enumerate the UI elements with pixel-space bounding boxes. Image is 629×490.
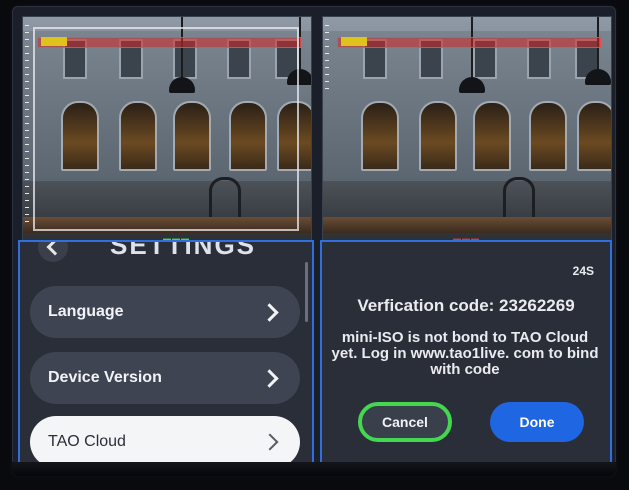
screen-bezel (12, 462, 616, 476)
verification-dialog: 24S Verfication code: 23262269 mini-ISO … (320, 240, 612, 468)
exposure-ruler (25, 25, 29, 225)
settings-item-device-version[interactable]: Device Version (30, 352, 300, 404)
cafe-scene-image (323, 17, 611, 245)
settings-panel: SETTINGS Language Device Version TAO Clo… (18, 240, 314, 474)
settings-header: SETTINGS (20, 240, 312, 268)
settings-item-label: Device Version (48, 369, 162, 386)
done-button[interactable]: Done (490, 402, 584, 442)
settings-item-tao-cloud[interactable]: TAO Cloud (30, 416, 300, 468)
settings-item-label: Language (48, 303, 124, 320)
settings-scrollbar[interactable] (305, 262, 308, 322)
bind-instructions: mini-ISO is not bond to TAO Cloud yet. L… (331, 329, 599, 378)
countdown-timer: 24S (572, 264, 594, 278)
settings-item-language[interactable]: Language (30, 286, 300, 338)
chevron-right-icon (261, 433, 279, 451)
camera-preview-secondary[interactable]: ▬▬▬ (322, 16, 612, 246)
verification-code: Verfication code: 23262269 (357, 296, 575, 315)
chevron-right-icon (260, 368, 279, 388)
frame-guide (33, 27, 299, 231)
osd-status-bar (337, 37, 601, 48)
exposure-ruler (325, 25, 329, 95)
chevron-right-icon (260, 302, 279, 322)
cancel-button[interactable]: Cancel (358, 402, 452, 442)
back-arrow-icon[interactable] (38, 242, 68, 262)
settings-item-label: TAO Cloud (48, 433, 126, 450)
settings-title: SETTINGS (110, 240, 257, 260)
osd-tag (341, 37, 367, 46)
device-screen: ▬▬▬ ▬▬▬ SETTINGS Language Device Version… (12, 6, 616, 476)
camera-preview-main[interactable]: ▬▬▬ (22, 16, 312, 246)
